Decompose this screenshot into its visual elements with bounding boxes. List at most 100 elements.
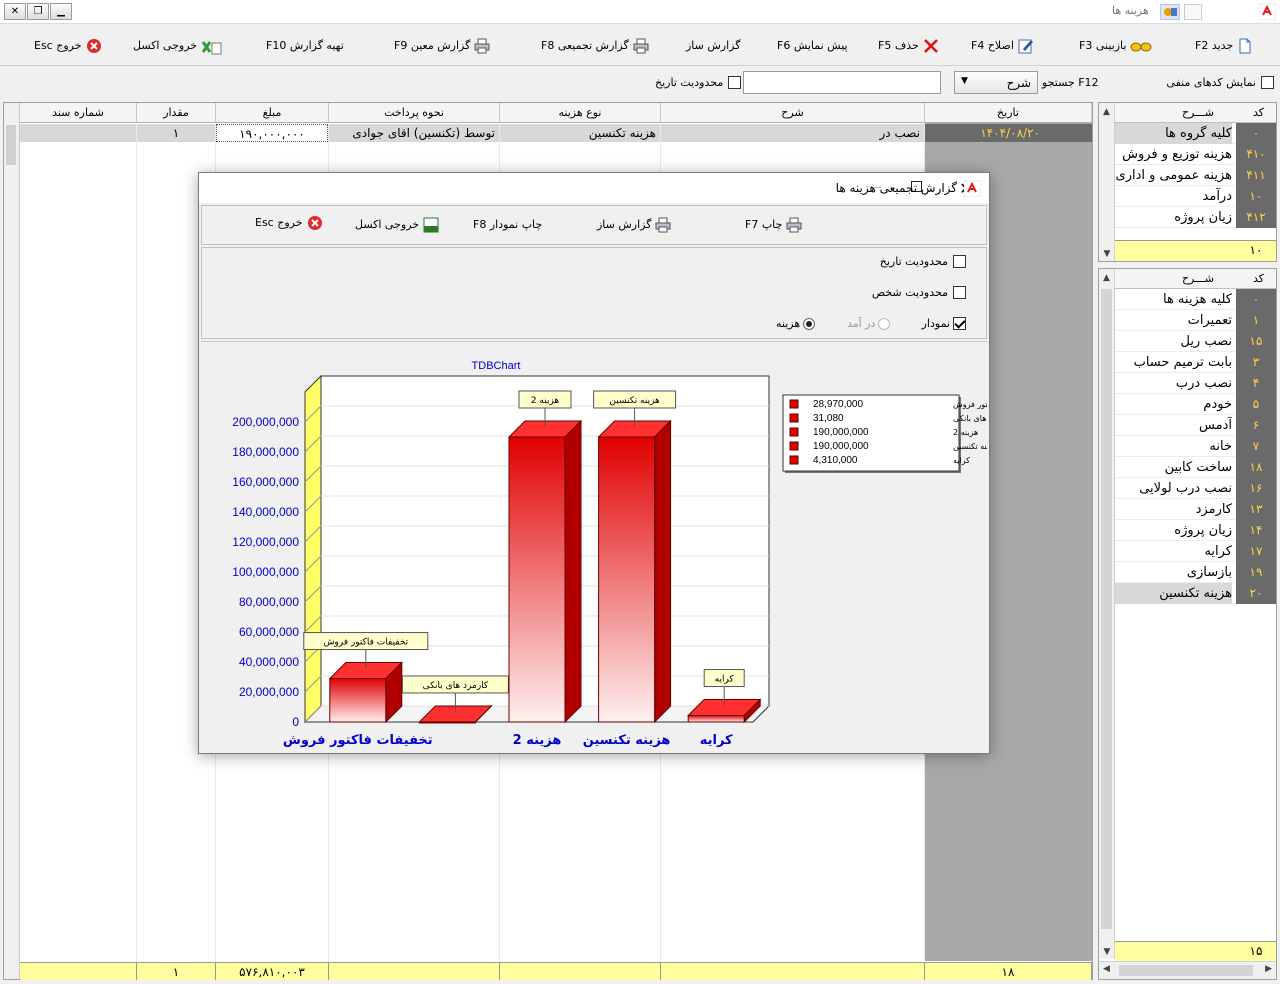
dialog-report-builder-button[interactable]: گزارش ساز <box>597 216 671 234</box>
footer-amount: ۵۷۶,۸۱۰,۰۰۳ <box>216 962 329 980</box>
cost-type-desc: کلیه هزینه ها <box>1162 292 1232 307</box>
excel-icon <box>423 217 439 233</box>
cost-type-row[interactable]: تعمیرات ۱ <box>1115 310 1276 331</box>
grid-scroll-thumb[interactable] <box>6 125 16 165</box>
cell-description[interactable]: نصب در <box>661 124 924 142</box>
group-row[interactable]: کلیه گروه ها ۰ <box>1115 123 1276 144</box>
cost-type-row[interactable]: زیان پروژه ۱۴ <box>1115 520 1276 541</box>
delete-button[interactable]: حذف F5 <box>878 37 939 55</box>
col-header-qty[interactable]: مقدار <box>137 103 216 123</box>
search-input[interactable] <box>743 71 941 94</box>
groups-header-code: کد <box>1252 106 1264 119</box>
cell-date[interactable]: ۱۴۰۴/۰۸/۲۰ <box>925 124 1092 142</box>
excel-export-button[interactable]: خروجی اکسل <box>133 37 223 55</box>
cost-type-row[interactable]: نصب ریل ۱۵ <box>1115 331 1276 352</box>
new-button[interactable]: جدید F2 <box>1195 37 1253 55</box>
group-code: ۴۱۲ <box>1236 207 1276 228</box>
close-window-button[interactable]: ✕ <box>4 3 26 20</box>
income-radio[interactable] <box>878 317 891 330</box>
group-row[interactable]: هزینه توزیع و فروش ۴۱۰ <box>1115 144 1276 165</box>
dialog-excel-button[interactable]: خروجی اکسل <box>355 216 439 234</box>
date-limit-filter[interactable]: محدودیت تاریخ <box>655 76 742 89</box>
expense-radio[interactable] <box>803 317 816 330</box>
income-radio-option[interactable]: در آمد <box>847 317 891 330</box>
minimize-window-button[interactable]: ▁ <box>50 3 72 20</box>
types-hscroll[interactable]: ◀ ▶ <box>1099 961 1276 979</box>
dialog-exit-button[interactable]: خروج Esc <box>255 214 323 232</box>
group-row[interactable]: درآمد ۱۰ <box>1115 186 1276 207</box>
exit-button[interactable]: خروج Esc <box>34 37 102 55</box>
cell-qty[interactable]: ۱ <box>137 124 215 142</box>
chart-option[interactable]: نمودار <box>922 317 966 330</box>
dialog-chart-checkbox[interactable] <box>953 317 966 330</box>
scroll-up-icon[interactable]: ▲ <box>1099 107 1114 117</box>
show-negative-checkbox[interactable] <box>1261 76 1274 89</box>
restore-window-button[interactable]: ❐ <box>27 3 49 20</box>
person-limit-option[interactable]: محدودیت شخص <box>872 286 966 299</box>
group-desc: زیان پروژه <box>1174 210 1232 225</box>
dialog-person-limit-checkbox[interactable] <box>953 286 966 299</box>
dialog-print-button[interactable]: چاپ F7 <box>745 216 802 234</box>
col-header-doc-no[interactable]: شماره سند <box>20 103 137 123</box>
cost-type-row[interactable]: بازسازی ۱۹ <box>1115 562 1276 583</box>
dialog-print-chart-button[interactable]: چاپ نمودار F8 <box>473 216 542 234</box>
cost-type-row[interactable]: نصب درب لولایی ۱۶ <box>1115 478 1276 499</box>
review-button[interactable]: بازبینی F3 <box>1079 37 1152 55</box>
types-hscroll-thumb[interactable] <box>1119 965 1253 976</box>
grid-vscroll[interactable] <box>4 103 20 979</box>
group-code: ۰ <box>1236 123 1276 144</box>
y-tick-label: 160,000,000 <box>232 475 299 489</box>
scroll-down-icon[interactable]: ▼ <box>1099 947 1115 957</box>
doc-icon[interactable] <box>1184 4 1202 20</box>
cost-type-row[interactable]: هزینه تکنسین ۲۰ <box>1115 583 1276 604</box>
search-field-select[interactable]: ▼ شرح <box>954 71 1038 94</box>
footer-qty: ۱ <box>137 962 216 980</box>
types-vscroll[interactable]: ▲ ▼ <box>1099 269 1115 959</box>
dialog-date-limit-checkbox[interactable] <box>953 255 966 268</box>
cost-type-row[interactable]: کلیه هزینه ها ۰ <box>1115 289 1276 310</box>
col-header-payment[interactable]: نحوه پرداخت <box>329 103 500 123</box>
col-header-cost-type[interactable]: نوع هزینه <box>500 103 661 123</box>
cost-type-row[interactable]: آدمس ۶ <box>1115 415 1276 436</box>
dialog-date-limit-label: محدودیت تاریخ <box>879 255 948 268</box>
legend-swatch <box>789 399 799 409</box>
scroll-down-icon[interactable]: ▼ <box>1099 249 1115 259</box>
group-row[interactable]: هزینه عمومی و اداری ۴۱۱ <box>1115 165 1276 186</box>
cell-amount[interactable]: ۱۹۰,۰۰۰,۰۰۰ <box>216 124 328 142</box>
preview-button[interactable]: پیش نمایش F6 <box>777 37 848 55</box>
cell-doc-no[interactable] <box>20 124 136 142</box>
printer-icon <box>633 38 649 54</box>
col-header-description[interactable]: شرح <box>661 103 925 123</box>
ledger-report-button[interactable]: گزارش معین F9 <box>394 37 490 55</box>
group-row[interactable]: زیان پروژه ۴۱۲ <box>1115 207 1276 228</box>
window-tab-icon[interactable] <box>1160 4 1180 20</box>
col-header-amount[interactable]: مبلغ <box>216 103 329 123</box>
preview-button-label: پیش نمایش F6 <box>777 39 848 52</box>
scroll-left-icon[interactable]: ◀ <box>1103 964 1110 974</box>
footer-payment <box>329 962 500 980</box>
edit-button[interactable]: اصلاح F4 <box>971 37 1034 55</box>
cost-type-row[interactable]: کارمزد ۱۳ <box>1115 499 1276 520</box>
types-scroll-thumb[interactable] <box>1101 289 1112 929</box>
cell-cost-type[interactable]: هزینه تکنسین <box>500 124 660 142</box>
expense-radio-option[interactable]: هزینه <box>776 317 816 330</box>
date-limit-option[interactable]: محدودیت تاریخ <box>880 255 966 268</box>
report-builder-button[interactable]: گزارش ساز <box>686 37 740 55</box>
cost-type-row[interactable]: کرایه ۱۷ <box>1115 541 1276 562</box>
show-negative-codes[interactable]: نمایش کدهای منفی <box>1166 76 1274 89</box>
cost-type-row[interactable]: بابت ترمیم حساب ۳ <box>1115 352 1276 373</box>
groups-vscroll[interactable]: ▲ ▼ <box>1099 103 1115 261</box>
bar <box>598 436 656 723</box>
scroll-up-icon[interactable]: ▲ <box>1099 273 1114 283</box>
aggregate-report-button[interactable]: گزارش تجمیعی F8 <box>541 37 649 55</box>
cost-type-row[interactable]: خودم ۵ <box>1115 394 1276 415</box>
cost-type-row[interactable]: خانه ۷ <box>1115 436 1276 457</box>
cell-payment[interactable]: توسط (تکنسین) اقای جوادی <box>329 124 499 142</box>
prepare-report-button[interactable]: تهیه گزارش F10 <box>266 37 344 55</box>
scroll-right-icon[interactable]: ▶ <box>1265 964 1272 974</box>
cost-type-code: ۶ <box>1236 415 1276 436</box>
col-header-date[interactable]: تاریخ <box>925 103 1092 123</box>
cost-type-row[interactable]: ساخت کابین ۱۸ <box>1115 457 1276 478</box>
cost-type-row[interactable]: نصب درب ۴ <box>1115 373 1276 394</box>
date-limit-checkbox[interactable] <box>728 76 742 89</box>
